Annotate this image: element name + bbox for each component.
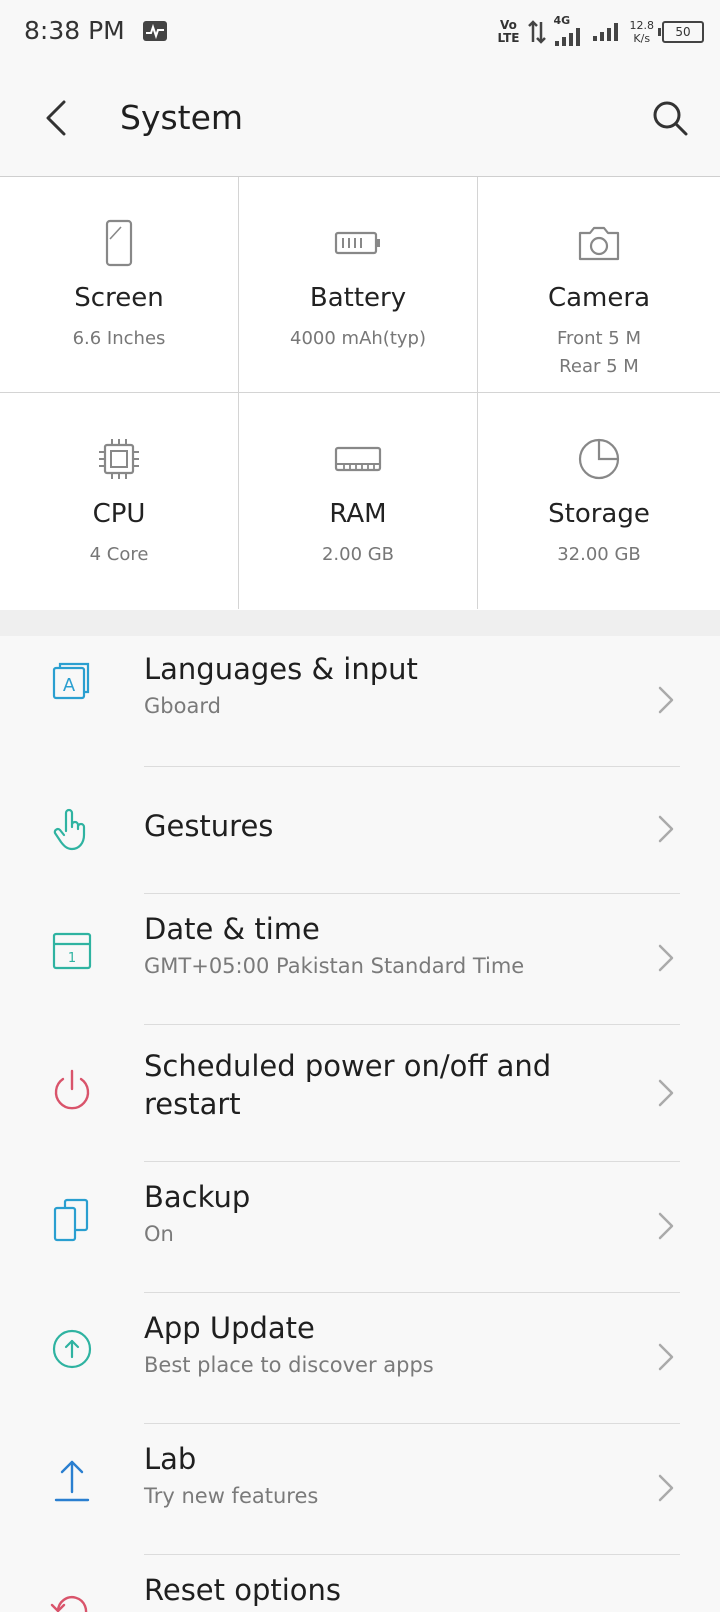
chevron-right-icon (658, 1212, 674, 1240)
settings-item-title: Scheduled power on/off and (144, 1049, 552, 1083)
status-time: 8:38 PM (24, 16, 125, 45)
settings-item-scheduled-power[interactable]: Scheduled power on/off and restart (0, 1025, 720, 1161)
reset-icon (50, 1596, 88, 1612)
settings-item-title: Reset options (144, 1573, 342, 1607)
chevron-right-icon (658, 686, 674, 714)
settings-item-subtitle: Gboard (144, 694, 221, 718)
activity-monitor-icon (143, 21, 167, 41)
spec-cpu: CPU 4 Core (0, 393, 239, 609)
status-icons: Vo LTE 4G 12.8 K/s 50 (497, 14, 704, 50)
settings-item-gestures[interactable]: Gestures (0, 767, 720, 893)
calendar-icon: 1 (52, 932, 92, 970)
gesture-hand-icon (53, 808, 86, 851)
settings-item-backup[interactable]: Backup On (0, 1162, 720, 1292)
device-specs-grid: Screen 6.6 Inches Battery 4000 mAh(typ) … (0, 177, 720, 610)
spec-camera: Camera Front 5 M Rear 5 M (478, 177, 720, 393)
settings-item-date-time[interactable]: 1 Date & time GMT+05:00 Pakistan Standar… (0, 894, 720, 1024)
volte-indicator: Vo LTE (497, 18, 520, 45)
settings-item-reset[interactable]: Reset options (0, 1555, 720, 1612)
chevron-right-icon (658, 1474, 674, 1502)
spec-ram: RAM 2.00 GB (239, 393, 478, 609)
spec-battery: Battery 4000 mAh(typ) (239, 177, 478, 393)
svg-text:A: A (63, 675, 76, 696)
chevron-right-icon (658, 1079, 674, 1107)
network-speed: 12.8 K/s (629, 19, 655, 45)
settings-item-subtitle: Try new features (144, 1484, 319, 1508)
settings-item-subtitle: Best place to discover apps (144, 1353, 434, 1377)
cpu-chip-icon (99, 439, 139, 479)
settings-item-title: Backup (144, 1180, 251, 1214)
phone-screen-icon (105, 219, 133, 267)
language-icon: A (52, 662, 90, 700)
backup-icon (53, 1198, 89, 1242)
signal-strength-sim2-icon (592, 23, 618, 41)
camera-icon (578, 226, 620, 261)
section-gap (0, 610, 720, 636)
settings-item-title: Lab (144, 1442, 197, 1476)
battery-icon (334, 231, 380, 255)
chevron-right-icon (658, 944, 674, 972)
spec-storage: Storage 32.00 GB (478, 393, 720, 609)
settings-item-title: Gestures (144, 809, 274, 843)
settings-item-subtitle: GMT+05:00 Pakistan Standard Time (144, 954, 525, 978)
app-update-icon (52, 1329, 92, 1369)
settings-item-title-line2: restart (144, 1087, 241, 1121)
settings-item-subtitle: On (144, 1222, 174, 1246)
chevron-right-icon (658, 815, 674, 843)
settings-item-title: Date & time (144, 912, 320, 946)
chevron-right-icon (658, 1343, 674, 1371)
signal-strength-icon: 4G (554, 14, 584, 47)
settings-item-app-update[interactable]: App Update Best place to discover apps (0, 1293, 720, 1423)
spec-screen: Screen 6.6 Inches (0, 177, 239, 393)
status-bar: 8:38 PM Vo LTE 4G 12.8 K/s 50 (0, 0, 720, 66)
settings-item-title: App Update (144, 1311, 315, 1345)
settings-item-languages[interactable]: A Languages & input Gboard (0, 636, 720, 766)
power-icon (54, 1069, 90, 1110)
pie-chart-icon (578, 438, 620, 480)
data-transfer-icon (527, 20, 546, 44)
page-title: System (120, 98, 244, 137)
ram-icon (334, 446, 382, 472)
settings-item-lab[interactable]: Lab Try new features (0, 1424, 720, 1554)
app-bar: System (0, 66, 720, 177)
settings-item-title: Languages & input (144, 652, 418, 686)
upload-arrow-icon (54, 1460, 90, 1502)
settings-list: A Languages & input Gboard Gestures 1 Da… (0, 636, 720, 1612)
search-icon[interactable] (646, 94, 694, 142)
back-arrow-icon[interactable] (34, 94, 82, 142)
svg-text:1: 1 (68, 951, 76, 966)
battery-indicator: 50 (658, 21, 704, 43)
